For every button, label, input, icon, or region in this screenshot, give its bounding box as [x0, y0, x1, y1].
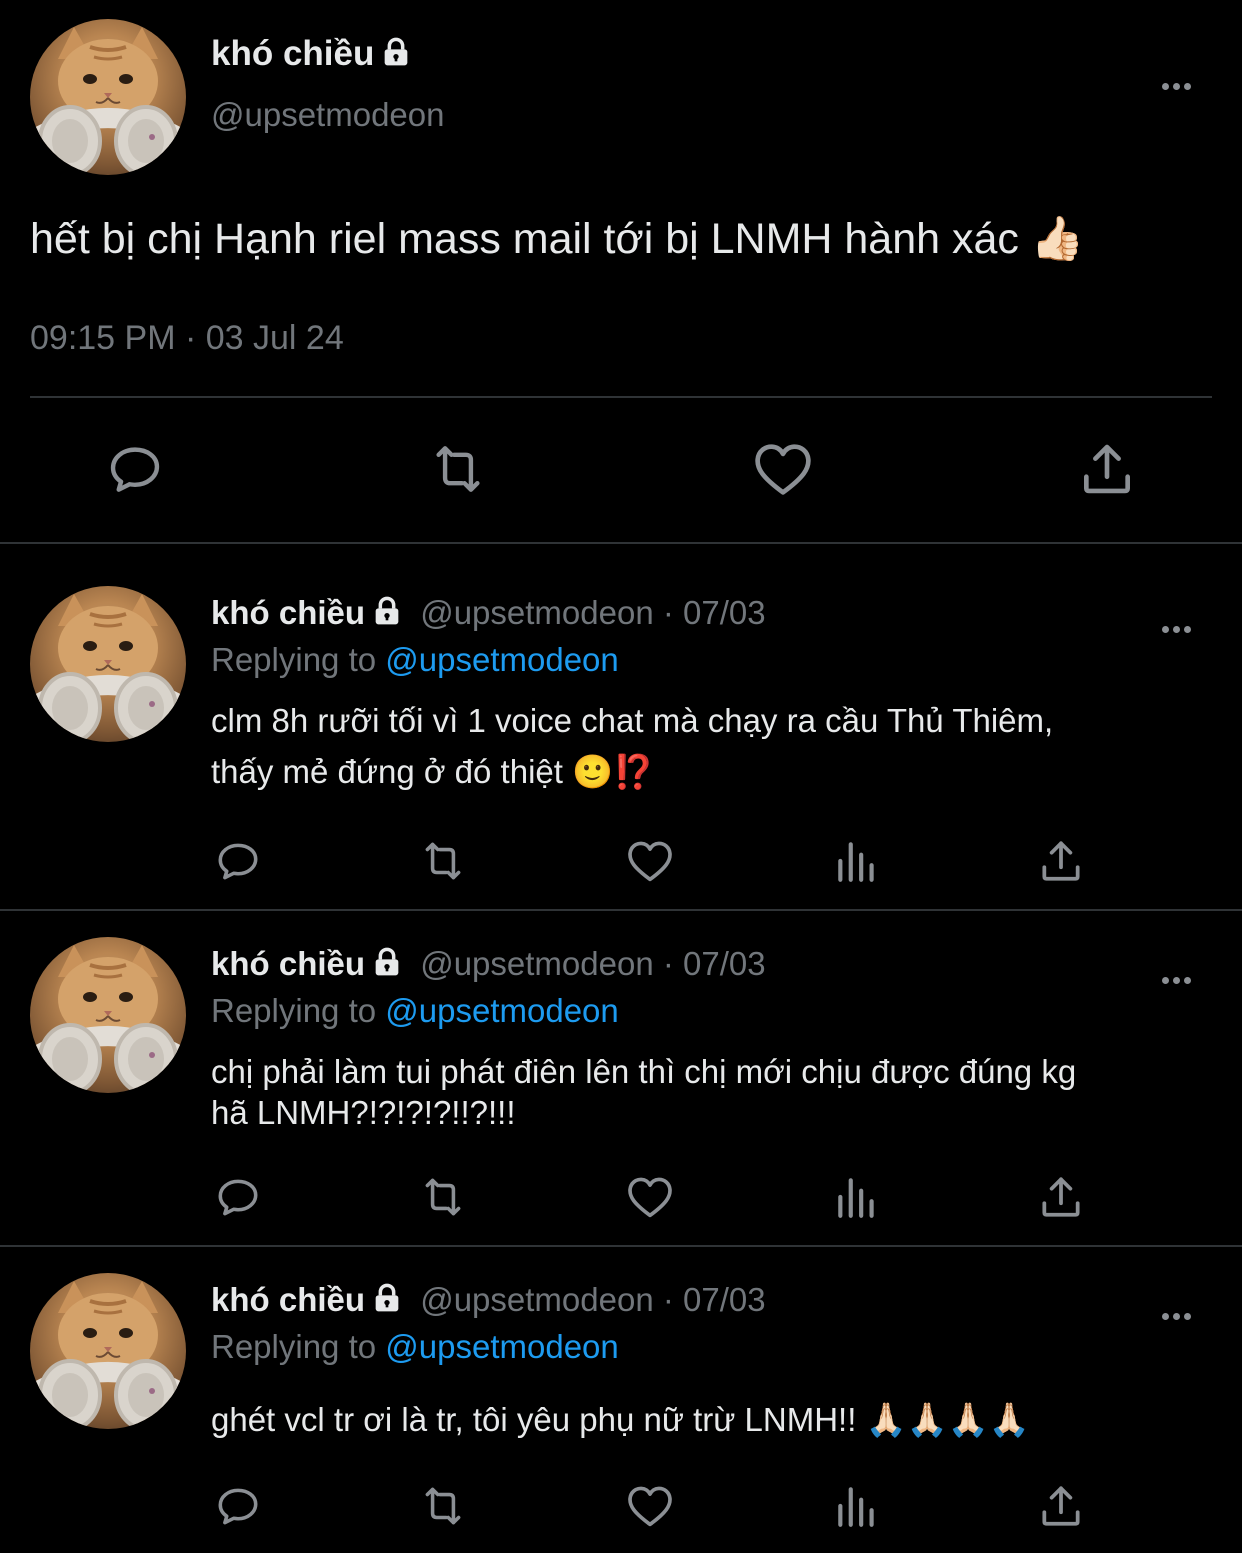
- more-icon[interactable]: [1160, 66, 1193, 96]
- reply-icon[interactable]: [213, 1172, 263, 1222]
- reply-text: ghét vcl tr ơi là tr, tôi yêu phụ nữ trừ…: [211, 1394, 1201, 1445]
- divider: [0, 542, 1242, 544]
- reply-text: chị phải làm tui phát điên lên thì chị m…: [211, 1046, 1201, 1138]
- avatar[interactable]: [30, 19, 186, 175]
- more-icon[interactable]: [1160, 960, 1193, 990]
- display-name[interactable]: khó chiều: [211, 945, 365, 982]
- lock-icon: [371, 1282, 403, 1322]
- display-name[interactable]: khó chiều: [211, 1281, 365, 1318]
- reply-header: khó chiều @upsetmodeon · 07/03: [211, 594, 766, 635]
- lock-icon: [371, 946, 403, 986]
- display-name[interactable]: khó chiều: [211, 594, 365, 631]
- display-name-text: khó chiều: [211, 34, 375, 73]
- reply-text-line: clm 8h rưỡi tối vì 1 voice chat mà chạy …: [211, 702, 1054, 739]
- reply-header: khó chiều @upsetmodeon · 07/03: [211, 1281, 766, 1322]
- like-icon[interactable]: [750, 436, 816, 502]
- views-icon[interactable]: [832, 1172, 882, 1222]
- divider: [0, 1245, 1242, 1247]
- reply-icon[interactable]: [104, 438, 166, 500]
- more-icon[interactable]: [1160, 1296, 1193, 1326]
- avatar[interactable]: [30, 937, 186, 1093]
- handle[interactable]: @upsetmodeon: [211, 96, 444, 134]
- reply-text-line: ghét vcl tr ơi là tr, tôi yêu phụ nữ trừ…: [211, 1401, 1030, 1438]
- handle-date[interactable]: @upsetmodeon · 07/03: [420, 1281, 765, 1318]
- replying-prefix: Replying to: [211, 992, 377, 1029]
- handle-date[interactable]: @upsetmodeon · 07/03: [420, 594, 765, 631]
- lock-icon: [380, 36, 412, 77]
- handle-date[interactable]: @upsetmodeon · 07/03: [420, 945, 765, 982]
- display-name[interactable]: khó chiều: [211, 34, 412, 77]
- retweet-icon[interactable]: [416, 836, 470, 886]
- reply-icon[interactable]: [213, 1481, 263, 1531]
- views-icon[interactable]: [832, 1481, 882, 1531]
- divider: [30, 396, 1212, 398]
- replying-to: Replying to @upsetmodeon: [211, 1328, 619, 1366]
- share-icon[interactable]: [1036, 836, 1086, 886]
- retweet-icon[interactable]: [416, 1172, 470, 1222]
- replying-handle[interactable]: @upsetmodeon: [385, 1328, 618, 1365]
- replying-prefix: Replying to: [211, 641, 377, 678]
- retweet-icon[interactable]: [425, 438, 491, 500]
- lock-icon: [371, 595, 403, 635]
- like-icon[interactable]: [624, 834, 676, 888]
- avatar[interactable]: [30, 586, 186, 742]
- share-icon[interactable]: [1036, 1172, 1086, 1222]
- tweet-timestamp[interactable]: 09:15 PM · 03 Jul 24: [30, 319, 344, 358]
- share-icon[interactable]: [1036, 1481, 1086, 1531]
- like-icon[interactable]: [624, 1170, 676, 1224]
- replying-to: Replying to @upsetmodeon: [211, 992, 619, 1030]
- divider: [0, 909, 1242, 911]
- reply-icon[interactable]: [213, 836, 263, 886]
- replying-to: Replying to @upsetmodeon: [211, 641, 619, 679]
- retweet-icon[interactable]: [416, 1481, 470, 1531]
- tweet-text: hết bị chị Hạnh riel mass mail tới bị LN…: [30, 215, 1085, 263]
- share-icon[interactable]: [1076, 438, 1138, 500]
- replying-prefix: Replying to: [211, 1328, 377, 1365]
- reply-text-line: thấy mẻ đứng ở đó thiệt 🙂⁉️: [211, 753, 655, 790]
- like-icon[interactable]: [624, 1479, 676, 1533]
- replying-handle[interactable]: @upsetmodeon: [385, 641, 618, 678]
- reply-text: clm 8h rưỡi tối vì 1 voice chat mà chạy …: [211, 695, 1201, 797]
- reply-header: khó chiều @upsetmodeon · 07/03: [211, 945, 766, 986]
- avatar[interactable]: [30, 1273, 186, 1429]
- replying-handle[interactable]: @upsetmodeon: [385, 992, 618, 1029]
- views-icon[interactable]: [832, 836, 882, 886]
- more-icon[interactable]: [1160, 609, 1193, 639]
